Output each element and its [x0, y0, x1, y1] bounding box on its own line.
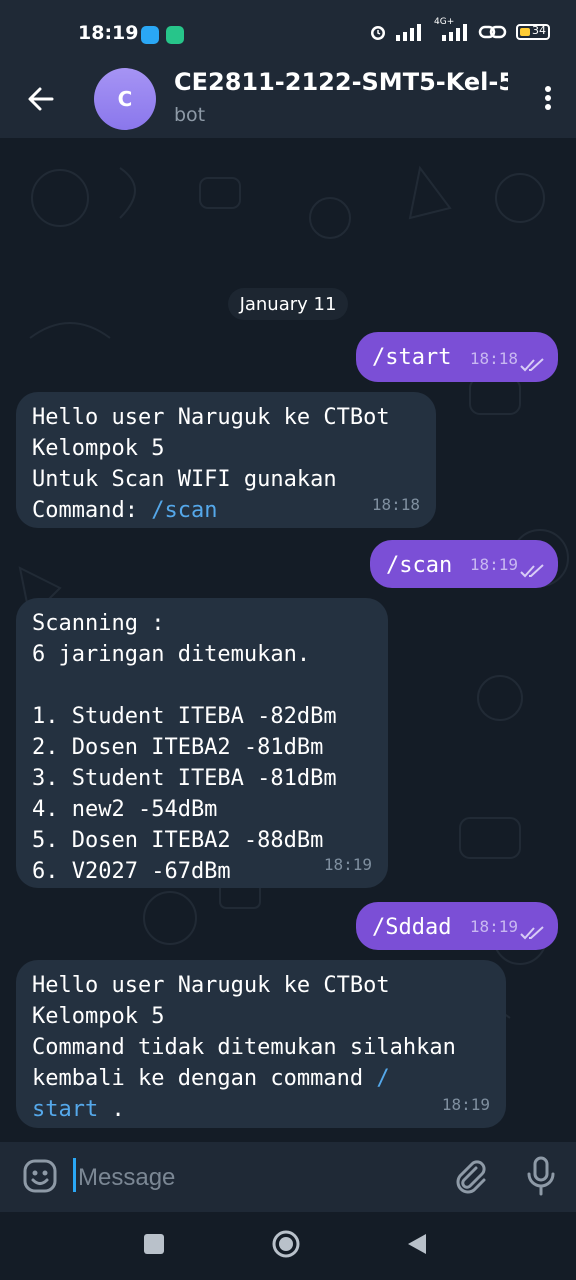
message-time: 18:18 — [371, 495, 420, 514]
message-line: 6 jaringan ditemukan. — [32, 642, 311, 667]
message-time: 18:19 — [323, 855, 372, 874]
chat-area[interactable]: January 11 /start 18:18 Hello user Narug… — [0, 138, 576, 1142]
microphone-icon[interactable] — [526, 1156, 556, 1196]
alarm-icon — [371, 26, 385, 40]
more-vertical-icon[interactable] — [544, 86, 552, 113]
outgoing-message[interactable]: /scan 18:19 — [370, 540, 558, 588]
message-time: 18:19 — [441, 1095, 490, 1114]
message-text: Command: — [32, 498, 152, 523]
message-line: 6. V2027 -67dBm — [32, 859, 231, 884]
command-link[interactable]: / — [376, 1066, 389, 1091]
back-triangle-icon[interactable] — [406, 1232, 428, 1256]
chat-subtitle: bot — [174, 104, 206, 126]
emoji-icon[interactable] — [22, 1158, 58, 1194]
status-icons: 4G+ 34 — [368, 17, 550, 42]
message-time: 18:18 — [469, 349, 518, 368]
message-time: 18:19 — [469, 555, 518, 574]
battery-level: 34 — [532, 24, 546, 37]
message-input[interactable] — [76, 1154, 440, 1202]
signal-4g-icon: 4G+ — [434, 17, 470, 41]
message-text: . — [98, 1097, 125, 1122]
message-line: 3. Student ITEBA -81dBm — [32, 766, 337, 791]
command-link[interactable]: start — [32, 1097, 98, 1122]
signal-icon — [396, 24, 421, 41]
double-check-icon — [520, 564, 544, 578]
message-line: Command: /scan — [32, 495, 420, 526]
system-nav-bar — [0, 1212, 576, 1280]
message-line: Hello user Naruguk ke CTBot — [32, 973, 390, 998]
message-time: 18:19 — [469, 917, 518, 936]
avatar[interactable]: C — [94, 68, 156, 130]
message-input-bar — [0, 1142, 576, 1212]
message-text: /start — [372, 345, 452, 370]
message-line: Untuk Scan WIFI gunakan — [32, 467, 337, 492]
command-link[interactable]: /scan — [151, 498, 217, 523]
message-line: 2. Dosen ITEBA2 -81dBm — [32, 735, 324, 760]
message-line — [32, 670, 372, 701]
home-icon[interactable] — [271, 1229, 301, 1259]
recents-icon[interactable] — [144, 1234, 164, 1254]
status-time: 18:19 — [78, 22, 139, 44]
message-text: /Sddad — [372, 915, 452, 940]
outgoing-message[interactable]: /Sddad 18:19 — [356, 902, 558, 950]
double-check-icon — [520, 358, 544, 372]
message-line: Scanning : — [32, 611, 165, 636]
chat-title[interactable]: CE2811-2122-SMT5-Kel-5-bot — [174, 68, 508, 96]
message-line: 4. new2 -54dBm — [32, 797, 218, 822]
paperclip-icon[interactable] — [452, 1158, 488, 1194]
message-line: Kelompok 5 — [32, 436, 165, 461]
message-line: 1. Student ITEBA -82dBm — [32, 704, 337, 729]
message-line: Command tidak ditemukan silahkan — [32, 1035, 456, 1060]
incoming-message[interactable]: Hello user Naruguk ke CTBot Kelompok 5 C… — [16, 960, 506, 1128]
double-check-icon — [520, 926, 544, 940]
app-notification-icon-2 — [166, 26, 184, 44]
status-bar: 18:19 4G+ 34 — [0, 0, 576, 68]
app-notification-icon — [141, 26, 159, 44]
incoming-message[interactable]: Hello user Naruguk ke CTBot Kelompok 5 U… — [16, 392, 436, 528]
link-icon — [478, 25, 507, 39]
message-line: kembali ke dengan command / — [32, 1063, 490, 1094]
message-line: start . — [32, 1094, 490, 1125]
message-line: 5. Dosen ITEBA2 -88dBm — [32, 828, 324, 853]
incoming-message[interactable]: Scanning : 6 jaringan ditemukan. 1. Stud… — [16, 598, 388, 888]
message-line: Hello user Naruguk ke CTBot — [32, 405, 390, 430]
battery-icon: 34 — [516, 24, 550, 40]
message-line: Kelompok 5 — [32, 1004, 165, 1029]
arrow-left-icon[interactable] — [26, 84, 56, 114]
message-text: kembali ke dengan command — [32, 1066, 377, 1091]
chat-header: C CE2811-2122-SMT5-Kel-5-bot bot — [0, 68, 576, 138]
message-text: /scan — [386, 553, 453, 578]
date-separator: January 11 — [228, 288, 348, 320]
outgoing-message[interactable]: /start 18:18 — [356, 332, 558, 382]
